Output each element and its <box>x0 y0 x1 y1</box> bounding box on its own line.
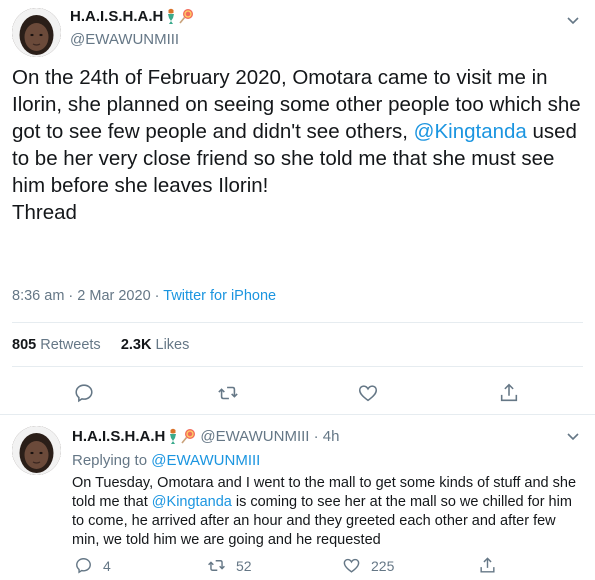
retweet-action[interactable]: 52 <box>207 556 252 575</box>
tweet-meta: 8:36 am · 2 Mar 2020 · Twitter for iPhon… <box>12 288 276 304</box>
divider <box>12 322 583 323</box>
tweet-text: On the 24th of February 2020, Omotara ca… <box>12 64 587 226</box>
share-icon[interactable] <box>498 382 520 404</box>
retweet-icon[interactable] <box>217 382 239 404</box>
like-count: 225 <box>371 557 395 574</box>
reply-header: H.A.I.S.H.A.H @EWAWUNMIII · 4h <box>72 428 339 445</box>
tweet-source[interactable]: Twitter for iPhone <box>163 288 276 304</box>
share-icon <box>480 557 495 573</box>
likes-count: 2.3K <box>120 337 152 353</box>
like-action[interactable]: 225 <box>342 556 394 575</box>
lollipop-icon <box>181 428 196 445</box>
reply-count: 4 <box>103 557 111 574</box>
retweets-label: Retweets <box>40 337 101 353</box>
retweet-icon <box>208 560 225 571</box>
share-action[interactable] <box>478 556 507 575</box>
reply-icon[interactable] <box>73 382 95 404</box>
chevron-down-icon[interactable] <box>565 428 581 444</box>
reply-text: On Tuesday, Omotara and I went to the ma… <box>72 474 582 550</box>
chevron-down-icon[interactable] <box>565 12 581 28</box>
replying-to-link[interactable]: @EWAWUNMIII <box>151 452 260 469</box>
avatar[interactable] <box>12 8 61 57</box>
heart-icon <box>343 558 360 573</box>
main-tweet: H.A.I.S.H.A.H @EWAWUNMIII On the 24th of… <box>0 0 595 414</box>
retweet-count: 52 <box>236 557 252 574</box>
handle[interactable]: @EWAWUNMIII <box>70 31 179 48</box>
reply-tweet[interactable]: H.A.I.S.H.A.H @EWAWUNMIII · 4h Replying … <box>0 414 595 580</box>
display-name-row[interactable]: H.A.I.S.H.A.H <box>70 8 194 25</box>
mention-link[interactable]: @Kingtanda <box>152 494 232 510</box>
display-name[interactable]: H.A.I.S.H.A.H <box>72 428 165 445</box>
avatar[interactable] <box>12 426 61 475</box>
retweets-stat[interactable]: 805 Retweets <box>12 337 101 353</box>
replying-to-label: Replying to <box>72 452 152 469</box>
lollipop-icon <box>179 8 194 25</box>
divider <box>12 366 583 367</box>
mention-link[interactable]: @Kingtanda <box>414 120 527 143</box>
likes-stat[interactable]: 2.3K Likes <box>121 337 190 353</box>
likes-label: Likes <box>155 337 190 353</box>
tweet-timestamp[interactable]: 8:36 am · 2 Mar 2020 · <box>12 288 163 304</box>
heart-icon[interactable] <box>357 382 379 404</box>
replying-to: Replying to @EWAWUNMIII <box>72 452 260 469</box>
retweets-count: 805 <box>12 337 37 353</box>
reply-icon <box>76 558 91 574</box>
reply-action[interactable]: 4 <box>74 556 111 575</box>
engagement-stats: 805 Retweets 2.3K Likes <box>12 337 189 353</box>
mermaid-icon <box>166 428 180 445</box>
display-name[interactable]: H.A.I.S.H.A.H <box>70 8 163 25</box>
handle-time[interactable]: @EWAWUNMIII · 4h <box>200 428 339 445</box>
mermaid-icon <box>164 8 178 25</box>
